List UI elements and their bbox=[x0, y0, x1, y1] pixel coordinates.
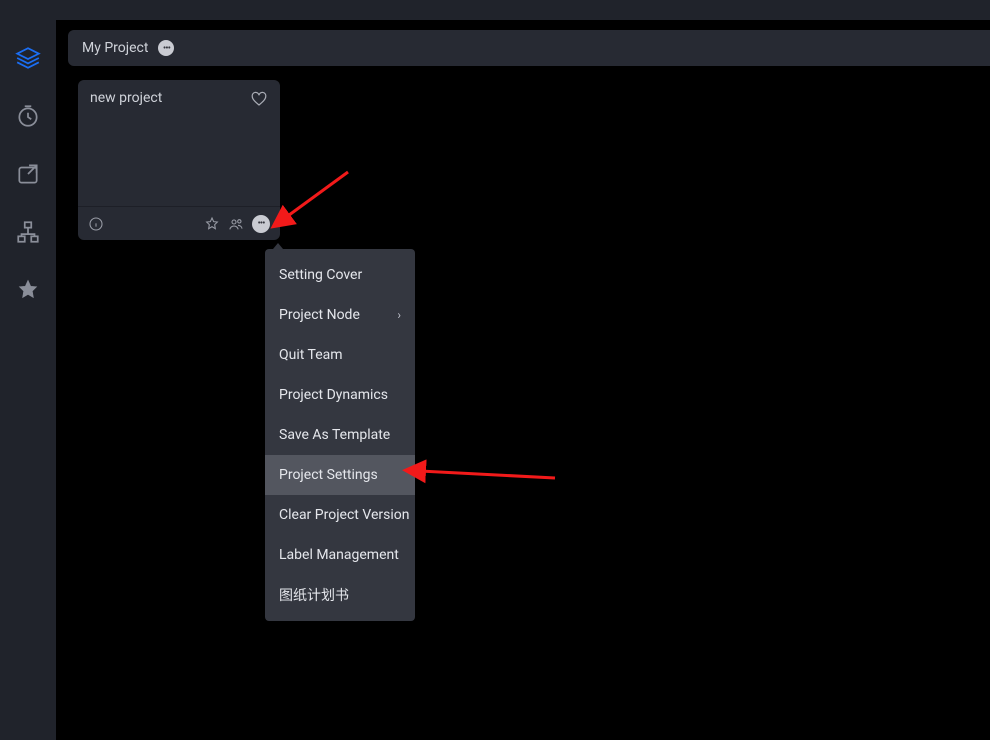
header-more-icon[interactable]: ••• bbox=[158, 40, 174, 56]
users-icon[interactable] bbox=[228, 216, 244, 232]
menu-item-project-settings[interactable]: Project Settings bbox=[265, 455, 415, 495]
menu-item-label: Project Dynamics bbox=[279, 387, 388, 403]
menu-item-setting-cover[interactable]: Setting Cover bbox=[265, 255, 415, 295]
menu-item-label: 图纸计划书 bbox=[279, 585, 349, 605]
nav-share-icon[interactable] bbox=[14, 160, 42, 188]
menu-item-label: Quit Team bbox=[279, 347, 343, 363]
heart-icon[interactable] bbox=[250, 90, 268, 108]
header-title: My Project bbox=[82, 40, 148, 56]
project-card-title: new project bbox=[90, 90, 162, 106]
topbar bbox=[0, 0, 990, 20]
star-outline-icon[interactable] bbox=[204, 216, 220, 232]
header: My Project ••• bbox=[68, 30, 990, 66]
project-card-body: new project bbox=[78, 80, 280, 206]
menu-item-project-dynamics[interactable]: Project Dynamics bbox=[265, 375, 415, 415]
menu-item-clear-project-version[interactable]: Clear Project Version bbox=[265, 495, 415, 535]
project-card-footer: ••• bbox=[78, 206, 280, 240]
main: My Project ••• new project bbox=[56, 20, 990, 740]
menu-item-label: Save As Template bbox=[279, 427, 390, 443]
nav-network-icon[interactable] bbox=[14, 218, 42, 246]
menu-item-quit-team[interactable]: Quit Team bbox=[265, 335, 415, 375]
nav-rail bbox=[0, 20, 56, 740]
menu-item-save-as-template[interactable]: Save As Template bbox=[265, 415, 415, 455]
nav-star-icon[interactable] bbox=[14, 276, 42, 304]
chevron-right-icon: › bbox=[397, 308, 401, 322]
menu-item-label: Setting Cover bbox=[279, 267, 362, 283]
nav-clock-icon[interactable] bbox=[14, 102, 42, 130]
nav-layers-icon[interactable] bbox=[14, 44, 42, 72]
card-more-button[interactable]: ••• bbox=[252, 215, 270, 233]
menu-item-project-node[interactable]: Project Node › bbox=[265, 295, 415, 335]
menu-item-label-management[interactable]: Label Management bbox=[265, 535, 415, 575]
info-icon[interactable] bbox=[88, 216, 104, 232]
menu-item-label: Clear Project Version bbox=[279, 507, 409, 523]
menu-item-label: Project Settings bbox=[279, 467, 378, 483]
context-menu: Setting Cover Project Node › Quit Team P… bbox=[265, 249, 415, 621]
menu-item-label: Project Node bbox=[279, 307, 360, 323]
menu-item-label: Label Management bbox=[279, 547, 399, 563]
project-card[interactable]: new project bbox=[78, 80, 280, 240]
menu-item-drawing-plan[interactable]: 图纸计划书 bbox=[265, 575, 415, 615]
